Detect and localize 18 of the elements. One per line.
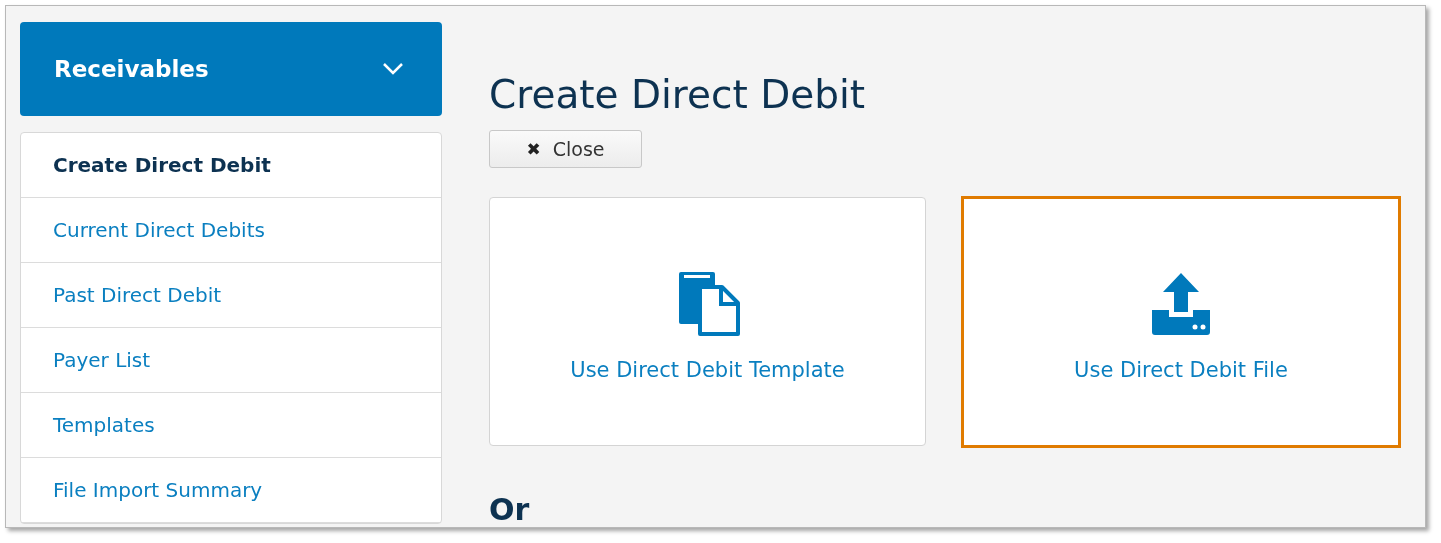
sidebar-item[interactable]: Current Direct Debits bbox=[21, 198, 441, 263]
option-card[interactable]: Use Direct Debit Template bbox=[489, 197, 926, 446]
menu-header[interactable]: Receivables bbox=[20, 22, 442, 116]
menu-title: Receivables bbox=[54, 56, 209, 82]
close-icon: ✖ bbox=[526, 139, 541, 159]
chevron-down-icon bbox=[382, 62, 404, 76]
section-heading: Or bbox=[489, 492, 530, 527]
page-title: Create Direct Debit bbox=[489, 72, 866, 118]
option-label: Use Direct Debit Template bbox=[570, 357, 845, 382]
sidebar-item[interactable]: Create Direct Debit bbox=[21, 133, 441, 198]
sidebar-item[interactable]: Past Direct Debit bbox=[21, 263, 441, 328]
sidebar-item[interactable]: File Import Summary bbox=[21, 458, 441, 523]
sidebar-item[interactable]: Payer List bbox=[21, 328, 441, 393]
upload-icon bbox=[1149, 272, 1213, 336]
sidebar-item[interactable]: Templates bbox=[21, 393, 441, 458]
option-card[interactable]: Use Direct Debit File bbox=[961, 196, 1401, 448]
option-label: Use Direct Debit File bbox=[1074, 358, 1288, 382]
close-button[interactable]: ✖ Close bbox=[489, 130, 642, 168]
